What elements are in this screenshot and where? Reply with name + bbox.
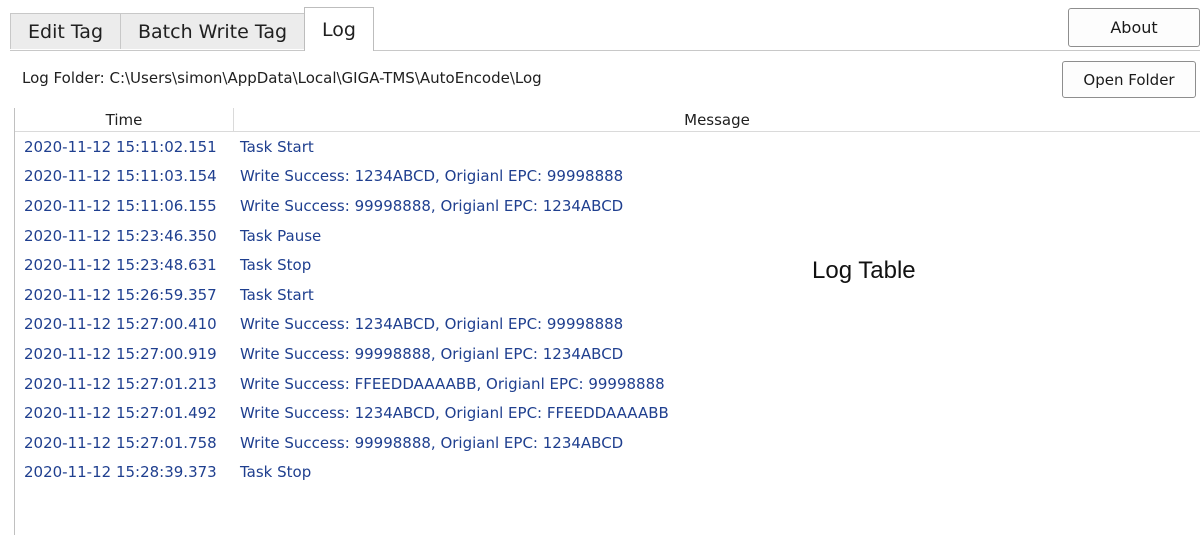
table-row[interactable]: 2020-11-12 15:27:01.492 Write Success: 12… bbox=[15, 398, 1200, 428]
tab-divider bbox=[10, 50, 1200, 51]
cell-message: Task Start bbox=[240, 285, 314, 304]
table-row[interactable]: 2020-11-12 15:11:06.155 Write Success: 99… bbox=[15, 191, 1200, 221]
cell-time: 2020-11-12 15:27:01.758 bbox=[24, 433, 217, 452]
cell-time: 2020-11-12 15:26:59.357 bbox=[24, 285, 217, 304]
cell-message: Write Success: 99998888, Origianl EPC: 1… bbox=[240, 196, 624, 215]
cell-time: 2020-11-12 15:11:06.155 bbox=[24, 196, 217, 215]
open-folder-button[interactable]: Open Folder bbox=[1062, 61, 1196, 98]
tab-bar: Edit Tag Batch Write Tag Log bbox=[10, 7, 374, 51]
cell-message: Task Stop bbox=[240, 463, 312, 482]
cell-time: 2020-11-12 15:27:01.492 bbox=[24, 404, 217, 423]
cell-time: 2020-11-12 15:23:46.350 bbox=[24, 226, 217, 245]
cell-time: 2020-11-12 15:27:00.410 bbox=[24, 315, 217, 334]
cell-message: Write Success: 99998888, Origianl EPC: 1… bbox=[240, 433, 624, 452]
cell-message: Task Start bbox=[240, 137, 314, 156]
cell-message: Write Success: 1234ABCD, Origianl EPC: 9… bbox=[240, 315, 624, 334]
log-folder-path: Log Folder: C:\Users\simon\AppData\Local… bbox=[22, 69, 542, 87]
log-table-annotation: Log Table bbox=[812, 257, 916, 284]
table-row[interactable]: 2020-11-12 15:28:39.373 Task Stop bbox=[15, 458, 1200, 488]
tab-batch-write-tag[interactable]: Batch Write Tag bbox=[120, 13, 306, 49]
cell-time: 2020-11-12 15:27:01.213 bbox=[24, 374, 217, 393]
cell-message: Write Success: 1234ABCD, Origianl EPC: F… bbox=[240, 404, 669, 423]
cell-time: 2020-11-12 15:23:48.631 bbox=[24, 256, 217, 275]
table-row[interactable]: 2020-11-12 15:11:02.151 Task Start bbox=[15, 132, 1200, 162]
column-header-message[interactable]: Message bbox=[234, 108, 1200, 131]
table-row[interactable]: 2020-11-12 15:27:01.213 Write Success: FF… bbox=[15, 369, 1200, 399]
log-table[interactable]: Time Message 2020-11-12 15:11:02.151 Task… bbox=[14, 108, 1200, 535]
log-table-header: Time Message bbox=[15, 108, 1200, 132]
table-row[interactable]: 2020-11-12 15:27:00.919 Write Success: 99… bbox=[15, 339, 1200, 369]
tab-edit-tag[interactable]: Edit Tag bbox=[10, 13, 121, 49]
log-table-body: 2020-11-12 15:11:02.151 Task Start 2020-11… bbox=[15, 132, 1200, 487]
cell-message: Write Success: 99998888, Origianl EPC: 1… bbox=[240, 344, 624, 363]
table-row[interactable]: 2020-11-12 15:27:00.410 Write Success: 12… bbox=[15, 310, 1200, 340]
column-header-time[interactable]: Time bbox=[15, 108, 234, 131]
cell-time: 2020-11-12 15:11:02.151 bbox=[24, 137, 217, 156]
table-row[interactable]: 2020-11-12 15:27:01.758 Write Success: 99… bbox=[15, 428, 1200, 458]
cell-message: Write Success: FFEEDDAAAABB, Origianl EP… bbox=[240, 374, 665, 393]
cell-time: 2020-11-12 15:28:39.373 bbox=[24, 463, 217, 482]
table-row[interactable]: 2020-11-12 15:26:59.357 Task Start bbox=[15, 280, 1200, 310]
table-row[interactable]: 2020-11-12 15:23:48.631 Task Stop bbox=[15, 250, 1200, 280]
table-row[interactable]: 2020-11-12 15:11:03.154 Write Success: 12… bbox=[15, 162, 1200, 192]
tab-log[interactable]: Log bbox=[304, 7, 374, 51]
about-button[interactable]: About bbox=[1068, 8, 1200, 47]
cell-message: Task Stop bbox=[240, 256, 312, 275]
cell-time: 2020-11-12 15:27:00.919 bbox=[24, 344, 217, 363]
cell-message: Task Pause bbox=[240, 226, 322, 245]
table-row[interactable]: 2020-11-12 15:23:46.350 Task Pause bbox=[15, 221, 1200, 251]
cell-time: 2020-11-12 15:11:03.154 bbox=[24, 167, 217, 186]
cell-message: Write Success: 1234ABCD, Origianl EPC: 9… bbox=[240, 167, 624, 186]
